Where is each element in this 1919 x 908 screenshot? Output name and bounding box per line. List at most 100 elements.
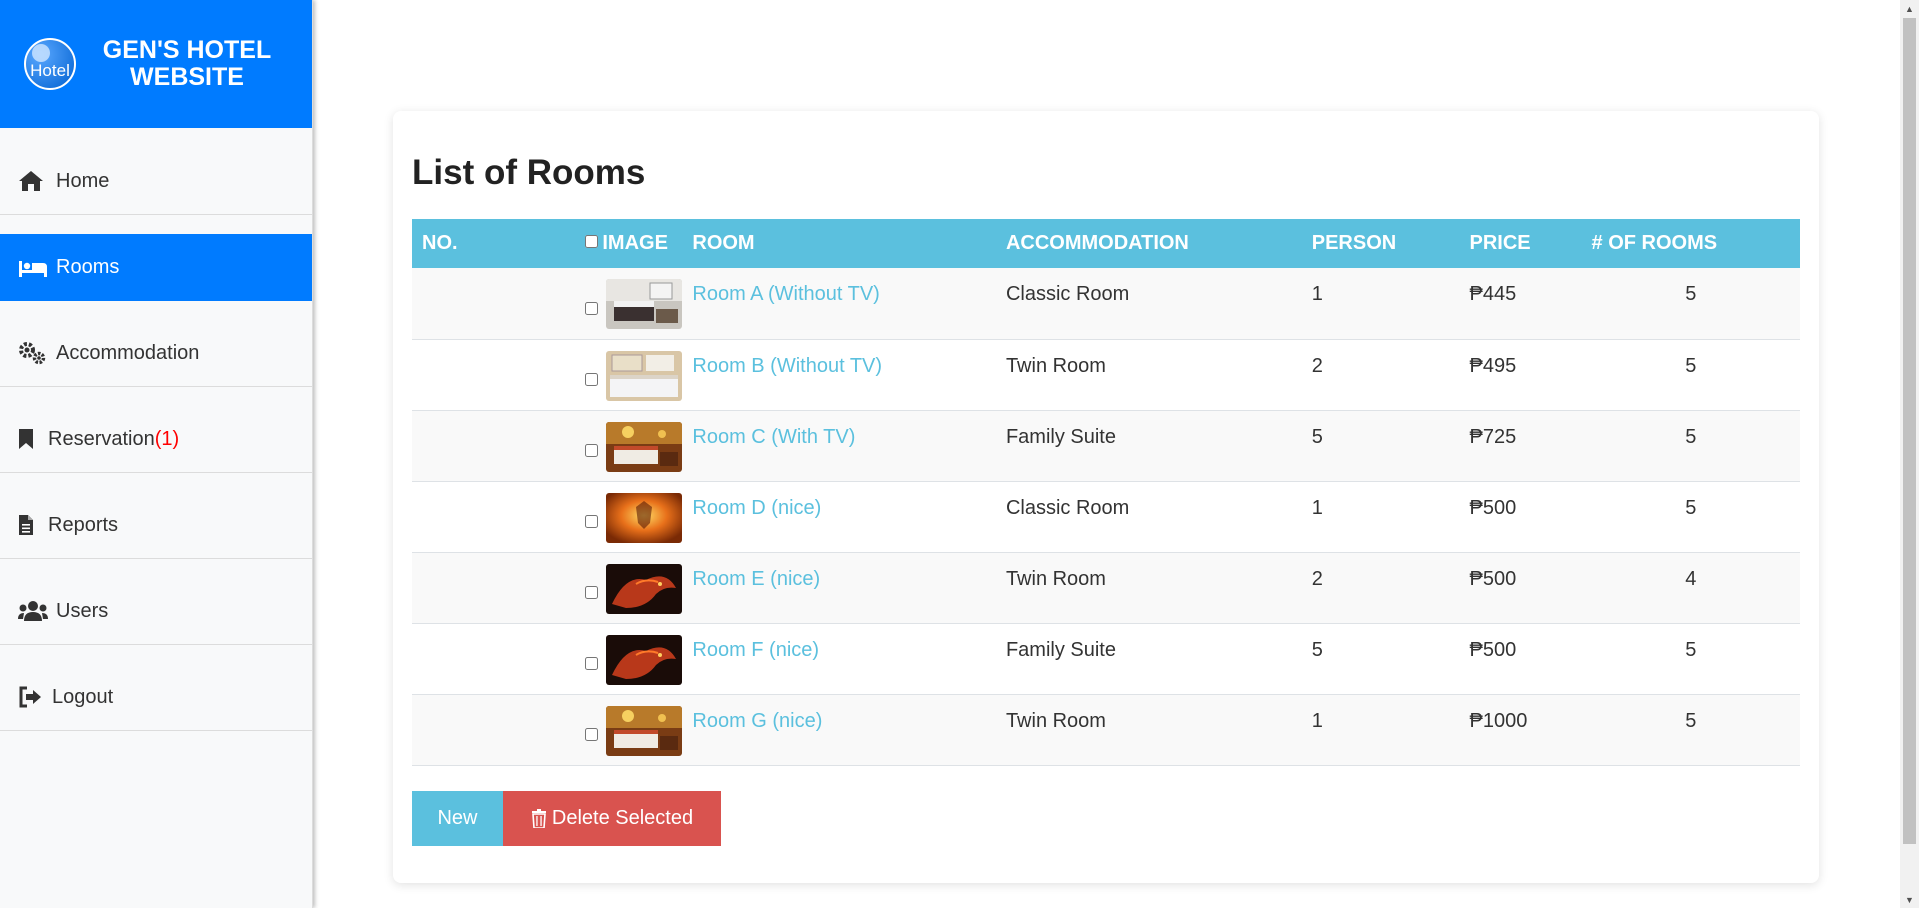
rooms-card: List of Rooms NO. IMAGE ROOM ACCOMMODATI… — [393, 111, 1819, 883]
column-header-image-label: IMAGE — [602, 232, 668, 254]
file-icon — [18, 514, 40, 536]
row-select-checkbox[interactable] — [585, 373, 599, 386]
room-name-cell: Room C (With TV) — [682, 410, 996, 481]
new-room-button[interactable]: New — [412, 790, 503, 846]
row-select-checkbox[interactable] — [585, 728, 599, 741]
sidebar-nav: Home Rooms Accommodation Reservation (1) … — [0, 148, 312, 731]
row-select-checkbox[interactable] — [585, 301, 599, 315]
table-row: Room E (nice) Twin Room 2 ₱500 4 — [412, 552, 1800, 623]
page-title: List of Rooms — [412, 153, 646, 192]
row-select-checkbox[interactable] — [585, 515, 599, 528]
rooms-count-cell: 5 — [1685, 283, 1697, 305]
sidebar-item-reports[interactable]: Reports — [0, 492, 312, 559]
person-cell: 5 — [1311, 425, 1323, 448]
sidebar-item-label: Reservation — [48, 427, 155, 450]
room-name-cell: Room F (nice) — [682, 623, 996, 694]
room-name-link[interactable]: Room D (nice) — [692, 497, 821, 519]
select-all-checkbox[interactable] — [585, 235, 599, 248]
price-cell: ₱500 — [1469, 496, 1517, 519]
column-header-room: ROOM — [692, 232, 755, 254]
row-image-cell — [489, 694, 683, 765]
rooms-count-cell: 5 — [1685, 709, 1697, 732]
accommodation-cell: Twin Room — [1005, 709, 1106, 732]
bed-icon — [18, 258, 48, 278]
scroll-up-arrow-icon[interactable]: ▲ — [1900, 0, 1919, 17]
sidebar-item-label: Reports — [48, 513, 119, 536]
column-header-image: IMAGE — [489, 219, 682, 268]
row-number — [412, 552, 489, 623]
delete-selected-label: Delete Selected — [551, 806, 694, 829]
price-cell: ₱500 — [1469, 638, 1517, 661]
scroll-down-arrow-icon[interactable]: ▼ — [1900, 891, 1919, 908]
bookmark-icon — [18, 428, 40, 450]
row-image-cell — [489, 339, 683, 410]
sign-out-icon — [18, 686, 44, 708]
row-select-checkbox[interactable] — [585, 657, 599, 670]
accommodation-cell: Family Suite — [1005, 638, 1116, 661]
sidebar-item-label: Rooms — [56, 256, 120, 278]
row-image-cell — [489, 623, 683, 694]
accommodation-cell: Twin Room — [1005, 354, 1106, 377]
rooms-count-cell: 5 — [1685, 425, 1697, 448]
room-thumbnail — [606, 350, 683, 407]
sidebar-item-logout[interactable]: Logout — [0, 664, 312, 731]
person-cell: 2 — [1311, 567, 1323, 590]
table-row: Room B (Without TV) Twin Room 2 ₱495 5 — [412, 339, 1800, 410]
price-cell: ₱495 — [1469, 354, 1517, 377]
room-name-cell: Room A (Without TV) — [682, 268, 996, 339]
sidebar-item-reservation[interactable]: Reservation (1) — [0, 406, 312, 473]
room-name-link[interactable]: Room C (With TV) — [692, 426, 855, 448]
sidebar: Hotel GEN'S HOTEL WEBSITE Home Rooms Acc… — [0, 0, 313, 908]
column-header-price: PRICE — [1469, 232, 1531, 254]
row-number — [412, 410, 489, 481]
price-cell: ₱725 — [1469, 425, 1517, 448]
table-row: Room D (nice) Classic Room 1 ₱500 5 — [412, 481, 1800, 552]
row-image-cell — [489, 268, 683, 339]
rooms-count-cell: 5 — [1685, 354, 1697, 377]
accommodation-cell: Family Suite — [1005, 425, 1116, 448]
sidebar-item-accommodation[interactable]: Accommodation — [0, 320, 312, 387]
column-header-accommodation: ACCOMMODATION — [1005, 232, 1189, 254]
room-name-link[interactable]: Room B (Without TV) — [692, 355, 882, 377]
scrollbar-thumb[interactable] — [1903, 18, 1916, 844]
room-name-link[interactable]: Room A (Without TV) — [692, 283, 879, 305]
sidebar-item-label: Users — [56, 599, 109, 622]
brand-title: GEN'S HOTEL WEBSITE — [102, 36, 272, 91]
column-header-rooms-count: # OF ROOMS — [1591, 232, 1718, 254]
room-name-cell: Room B (Without TV) — [682, 339, 996, 410]
accommodation-cell: Twin Room — [1005, 567, 1106, 590]
room-name-link[interactable]: Room E (nice) — [692, 568, 820, 590]
row-number — [412, 694, 489, 765]
room-name-link[interactable]: Room F (nice) — [692, 639, 819, 661]
sidebar-item-label: Accommodation — [56, 341, 200, 364]
table-row: Room A (Without TV) Classic Room 1 ₱445 5 — [412, 268, 1800, 339]
sidebar-item-label: Logout — [52, 685, 114, 708]
table-actions: New Delete Selected — [412, 790, 1800, 846]
room-name-cell: Room D (nice) — [682, 481, 996, 552]
rooms-count-cell: 4 — [1685, 567, 1697, 590]
room-name-link[interactable]: Room G (nice) — [692, 710, 822, 732]
delete-selected-button[interactable]: Delete Selected — [503, 790, 721, 846]
room-thumbnail — [606, 634, 683, 691]
column-header-no: NO. — [422, 232, 458, 254]
accommodation-cell: Classic Room — [1005, 496, 1130, 519]
row-number — [412, 339, 489, 410]
row-image-cell — [489, 552, 683, 623]
row-number — [412, 623, 489, 694]
row-select-checkbox[interactable] — [585, 444, 599, 457]
row-number — [412, 481, 489, 552]
room-thumbnail — [606, 492, 683, 549]
table-header-row: NO. IMAGE ROOM ACCOMMODATION PERSON PRIC… — [412, 219, 1800, 268]
rooms-count-cell: 5 — [1685, 496, 1697, 519]
sidebar-item-rooms[interactable]: Rooms — [0, 234, 312, 301]
sidebar-item-users[interactable]: Users — [0, 578, 312, 645]
sidebar-item-home[interactable]: Home — [0, 148, 312, 215]
price-cell: ₱500 — [1469, 567, 1517, 590]
row-select-checkbox[interactable] — [585, 586, 599, 599]
rooms-table: NO. IMAGE ROOM ACCOMMODATION PERSON PRIC… — [412, 219, 1800, 766]
table-row: Room C (With TV) Family Suite 5 ₱725 5 — [412, 410, 1800, 481]
logo-text: Hotel — [30, 61, 70, 80]
page-scrollbar[interactable]: ▲ ▼ — [1900, 0, 1919, 908]
brand-header: Hotel GEN'S HOTEL WEBSITE — [0, 0, 312, 128]
gears-icon — [18, 341, 48, 365]
